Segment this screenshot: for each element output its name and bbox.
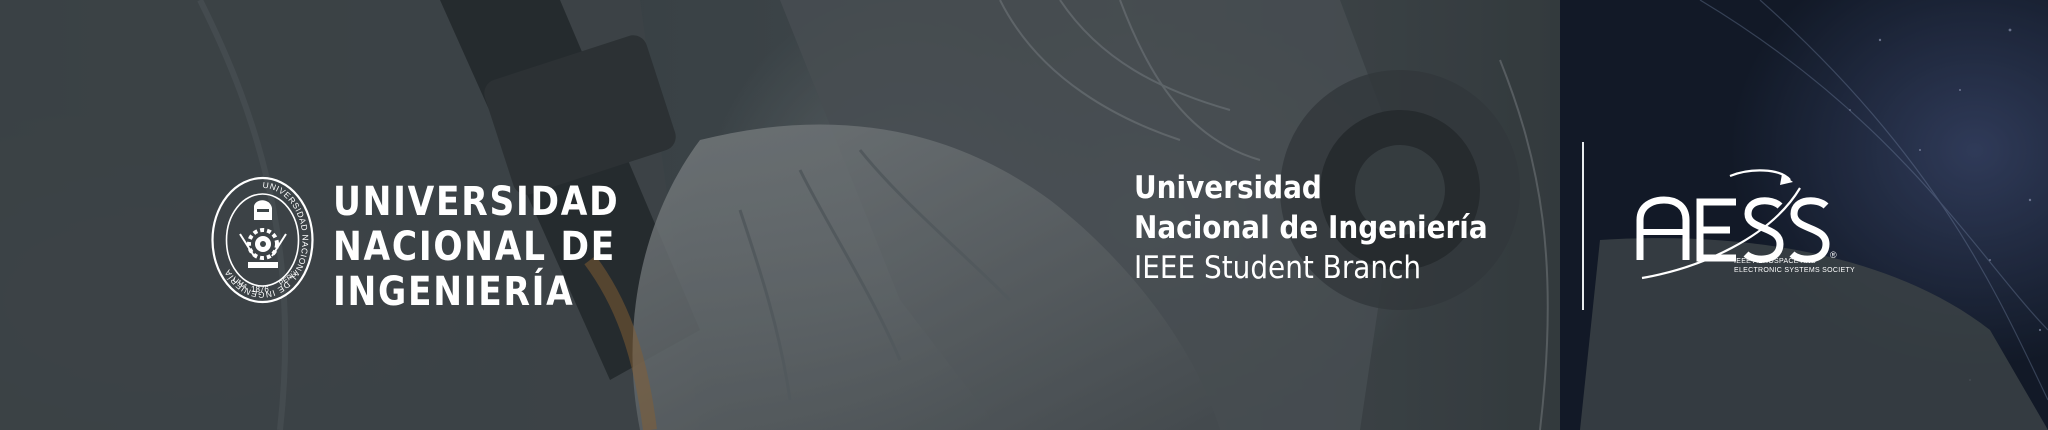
seal-year-text: 1876 xyxy=(251,285,269,294)
aess-full-name: IEEE AEROSPACE AND ELECTRONIC SYSTEMS SO… xyxy=(1734,257,1855,275)
university-name-line-1: UNIVERSIDAD xyxy=(333,179,620,225)
aess-full-name-line-1: IEEE AEROSPACE AND xyxy=(1734,258,1817,265)
logo-divider xyxy=(1582,142,1584,310)
student-branch-title: Universidad Nacional de Ingeniería IEEE … xyxy=(1134,168,1527,288)
aess-full-name-line-2: ELECTRONIC SYSTEMS SOCIETY xyxy=(1734,267,1855,274)
university-name-line-2: NACIONAL DE xyxy=(333,224,616,270)
student-branch-line-2: Nacional de Ingeniería xyxy=(1134,210,1488,246)
header-banner: UNIVERSIDAD NACIONAL DE INGENIERÍA LIMA … xyxy=(0,0,2048,430)
student-branch-line-3: IEEE Student Branch xyxy=(1134,250,1422,286)
university-name: UNIVERSIDAD NACIONAL DE INGENIERÍA xyxy=(333,180,619,315)
university-name-line-3: INGENIERÍA xyxy=(333,269,575,315)
student-branch-line-1: Universidad xyxy=(1134,170,1322,206)
uni-seal-icon: UNIVERSIDAD NACIONAL DE INGENIERÍA LIMA … xyxy=(211,176,314,304)
